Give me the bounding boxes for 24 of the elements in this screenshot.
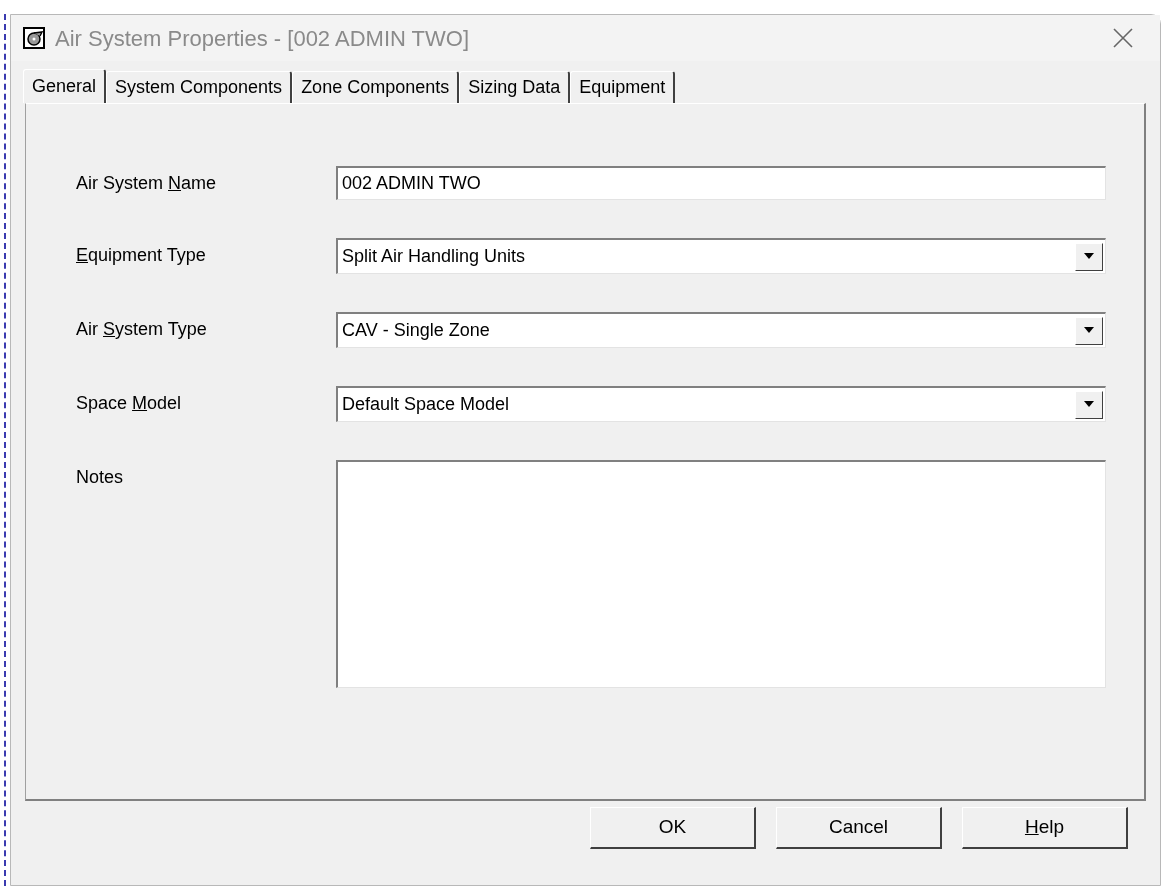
dropdown-field[interactable]: Default Space Model xyxy=(336,386,1106,422)
text-field[interactable]: 002 ADMIN TWO xyxy=(336,166,1106,200)
window-title: Air System Properties - [002 ADMIN TWO] xyxy=(55,24,470,53)
tab[interactable]: System Components xyxy=(106,71,293,103)
dialog-button[interactable]: Cancel xyxy=(776,807,942,849)
caret-icon xyxy=(1083,253,1095,260)
tab[interactable]: Sizing Data xyxy=(459,71,571,103)
fan-icon xyxy=(23,27,45,49)
tab[interactable]: Zone Components xyxy=(292,71,460,103)
field-label: Air System Name xyxy=(76,172,218,195)
field-label: Space Model xyxy=(76,392,183,415)
dialog-button[interactable]: Help xyxy=(962,807,1128,849)
field-label: Notes xyxy=(76,466,125,489)
dropdown-field[interactable]: CAV - Single Zone xyxy=(336,312,1106,348)
tab[interactable]: Equipment xyxy=(570,71,676,103)
notes-field[interactable] xyxy=(336,460,1106,688)
caret-icon xyxy=(1083,327,1095,334)
caret-icon xyxy=(1083,401,1095,408)
field-label: Air System Type xyxy=(76,318,208,341)
close-icon[interactable] xyxy=(1112,27,1134,49)
tab[interactable]: General xyxy=(23,69,107,103)
dropdown-field[interactable]: Split Air Handling Units xyxy=(336,238,1106,274)
dialog-button[interactable]: OK xyxy=(590,807,756,849)
field-label: Equipment Type xyxy=(76,244,207,267)
